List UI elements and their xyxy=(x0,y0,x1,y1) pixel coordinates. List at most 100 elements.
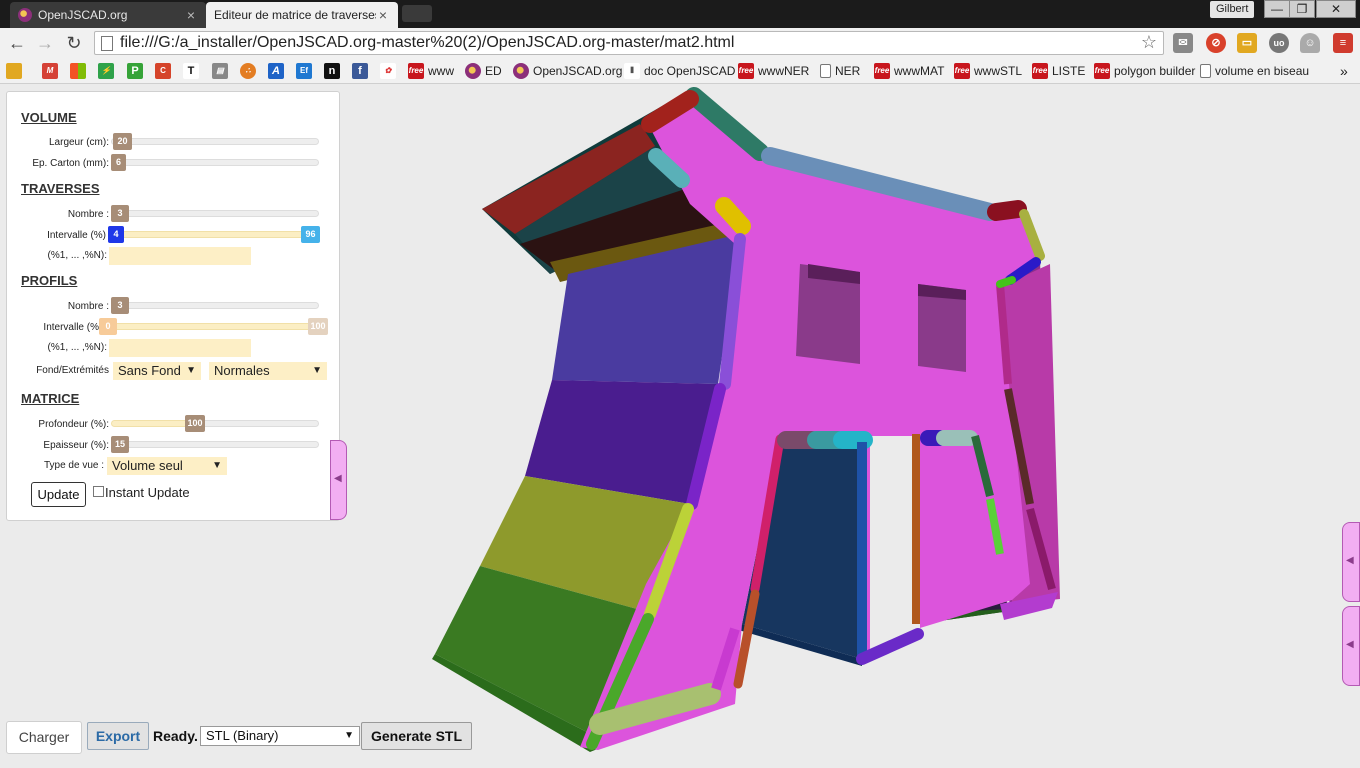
profils-intervalle-max-thumb[interactable]: 100 xyxy=(308,318,328,335)
forward-arrow-icon[interactable]: → xyxy=(34,32,56,54)
folder-icon[interactable]: ▭ xyxy=(1237,33,1257,53)
traverses-intervalle-min-thumb[interactable]: 4 xyxy=(108,226,124,243)
new-tab-button[interactable] xyxy=(402,5,432,22)
back-arrow-icon[interactable]: ← xyxy=(6,32,28,54)
tab-editeur-matrice[interactable]: Editeur de matrice de traverses × xyxy=(206,2,398,28)
type-vue-select-value: Volume seul xyxy=(112,458,183,473)
parameters-collapse-tab[interactable]: ◀ xyxy=(330,440,347,520)
openjscad-icon xyxy=(465,63,481,79)
n-icon[interactable]: n xyxy=(324,62,344,80)
mail-icon[interactable]: ✉ xyxy=(1173,33,1193,53)
traverses-intervalle-range-track[interactable] xyxy=(117,231,317,238)
editor-expand-tab[interactable]: ◀ xyxy=(1342,522,1360,602)
carton-label: Ep. Carton (mm): xyxy=(32,158,109,169)
minimize-button[interactable]: — xyxy=(1264,0,1290,18)
bookmark-label: wwwMAT xyxy=(894,64,945,78)
browser-toolbar: ← → ↻ file:///G:/a_installer/OpenJSCAD.o… xyxy=(0,28,1360,58)
bookmark-doc-openjscad[interactable]: ⫴ doc OpenJSCAD xyxy=(624,62,735,80)
fond-select-value: Sans Fond xyxy=(118,363,181,378)
epaisseur-slider-thumb[interactable]: 15 xyxy=(111,436,129,453)
doc-icon[interactable]: C xyxy=(155,62,175,80)
instant-update-label: Instant Update xyxy=(105,485,190,500)
profondeur-slider-fill[interactable] xyxy=(111,420,193,427)
close-window-button[interactable]: ✕ xyxy=(1316,0,1356,18)
generate-stl-button[interactable]: Generate STL xyxy=(361,722,472,750)
tab-close-icon[interactable]: × xyxy=(376,7,390,23)
charger-button[interactable]: Charger xyxy=(6,721,82,754)
profils-list-input[interactable] xyxy=(109,339,251,357)
tab-close-icon[interactable]: × xyxy=(184,7,198,23)
a-icon[interactable]: A xyxy=(268,62,288,80)
bookmarks-overflow-button[interactable]: » xyxy=(1340,62,1348,80)
export-format-select[interactable]: STL (Binary) ▼ xyxy=(200,726,360,746)
epaisseur-label: Epaisseur (%): xyxy=(43,440,109,451)
tool-icon[interactable]: ⚡ xyxy=(98,62,118,80)
dropdown-arrow-icon: ▼ xyxy=(312,365,322,376)
parameters-panel: VOLUME Largeur (cm): 20 Ep. Carton (mm):… xyxy=(6,91,340,521)
profils-intervalle-range-track[interactable] xyxy=(111,323,321,330)
bookmark-ed[interactable]: ED xyxy=(465,62,502,80)
tab-openjscad[interactable]: OpenJSCAD.org × xyxy=(10,2,206,28)
extremites-select[interactable]: Normales ▼ xyxy=(209,362,327,380)
t-icon[interactable]: T xyxy=(183,62,203,80)
bookmark-folder-icon[interactable] xyxy=(6,62,26,80)
bookmark-label: wwwSTL xyxy=(974,64,1023,78)
menu-icon[interactable]: ≡ xyxy=(1333,33,1353,53)
dots-icon[interactable]: ∴ xyxy=(240,62,260,80)
instant-update-checkbox[interactable] xyxy=(93,486,104,497)
traverses-list-label: (%1, ... ,%N): xyxy=(47,250,107,261)
bookmark-polygon-builder[interactable]: free polygon builder xyxy=(1094,62,1195,80)
stop-icon[interactable]: ⊘ xyxy=(1206,33,1226,53)
carton-slider-track[interactable] xyxy=(111,159,319,166)
epaisseur-slider-track[interactable] xyxy=(111,441,319,448)
free-icon: free xyxy=(874,63,890,79)
windows-icon[interactable] xyxy=(70,62,90,80)
update-button[interactable]: Update xyxy=(31,482,86,507)
ef-icon[interactable]: Ef xyxy=(296,62,316,80)
log-expand-tab[interactable]: ◀ xyxy=(1342,606,1360,686)
ublock-icon[interactable]: uo xyxy=(1269,33,1289,53)
mail-icon[interactable]: ▤ xyxy=(212,62,232,80)
tab-bar: OpenJSCAD.org × Editeur de matrice de tr… xyxy=(0,0,1360,28)
free-icon: free xyxy=(1094,63,1110,79)
ghost-icon[interactable]: ☺ xyxy=(1300,33,1320,53)
profils-intervalle-min-thumb[interactable]: 0 xyxy=(99,318,117,335)
user-profile-button[interactable]: Gilbert xyxy=(1210,1,1255,18)
traverses-nombre-slider-track[interactable] xyxy=(111,210,319,217)
traverses-nombre-slider-thumb[interactable]: 3 xyxy=(111,205,129,222)
p-icon[interactable]: P xyxy=(127,62,147,80)
maximize-button[interactable]: ❐ xyxy=(1289,0,1315,18)
profondeur-slider-track[interactable] xyxy=(193,420,319,427)
bookmark-volume-en-biseau[interactable]: volume en biseau xyxy=(1200,62,1309,80)
traverses-intervalle-max-thumb[interactable]: 96 xyxy=(301,226,320,243)
bookmark-wwwner[interactable]: free wwwNER xyxy=(738,62,809,80)
bookmark-label: wwwNER xyxy=(758,64,810,78)
export-button[interactable]: Export xyxy=(87,722,149,750)
bookmark-wwwmat[interactable]: free wwwMAT xyxy=(874,62,944,80)
bookmark-liste[interactable]: free LISTE xyxy=(1032,62,1085,80)
profondeur-slider-thumb[interactable]: 100 xyxy=(185,415,205,432)
facebook-icon[interactable]: f xyxy=(352,62,372,80)
profils-nombre-slider-track[interactable] xyxy=(111,302,319,309)
bookmark-wwwstl[interactable]: free wwwSTL xyxy=(954,62,1022,80)
bookmark-www[interactable]: free www xyxy=(408,62,454,80)
section-profils-title: PROFILS xyxy=(21,273,78,288)
largeur-slider-thumb[interactable]: 20 xyxy=(113,133,132,150)
fond-select[interactable]: Sans Fond ▼ xyxy=(113,362,201,380)
bookmark-star-icon[interactable]: ☆ xyxy=(1141,32,1157,53)
bookmark-ner[interactable]: NER xyxy=(820,62,860,80)
book-icon: ⫴ xyxy=(624,63,640,79)
profils-nombre-slider-thumb[interactable]: 3 xyxy=(111,297,129,314)
bookmark-openjscad[interactable]: OpenJSCAD.org xyxy=(513,62,622,80)
largeur-slider-track[interactable] xyxy=(111,138,319,145)
type-vue-select[interactable]: Volume seul ▼ xyxy=(107,457,227,475)
address-url[interactable]: file:///G:/a_installer/OpenJSCAD.org-mas… xyxy=(120,34,734,52)
flower-icon[interactable]: ✿ xyxy=(380,62,400,80)
traverses-list-input[interactable] xyxy=(109,247,251,265)
gmail-icon[interactable]: M xyxy=(42,62,62,80)
carton-slider-thumb[interactable]: 6 xyxy=(111,154,126,171)
reload-icon[interactable]: ↻ xyxy=(63,32,85,54)
cad-viewport[interactable]: VOLUME Largeur (cm): 20 Ep. Carton (mm):… xyxy=(0,84,1360,768)
address-bar[interactable]: file:///G:/a_installer/OpenJSCAD.org-mas… xyxy=(94,31,1164,55)
openjscad-icon xyxy=(513,63,529,79)
